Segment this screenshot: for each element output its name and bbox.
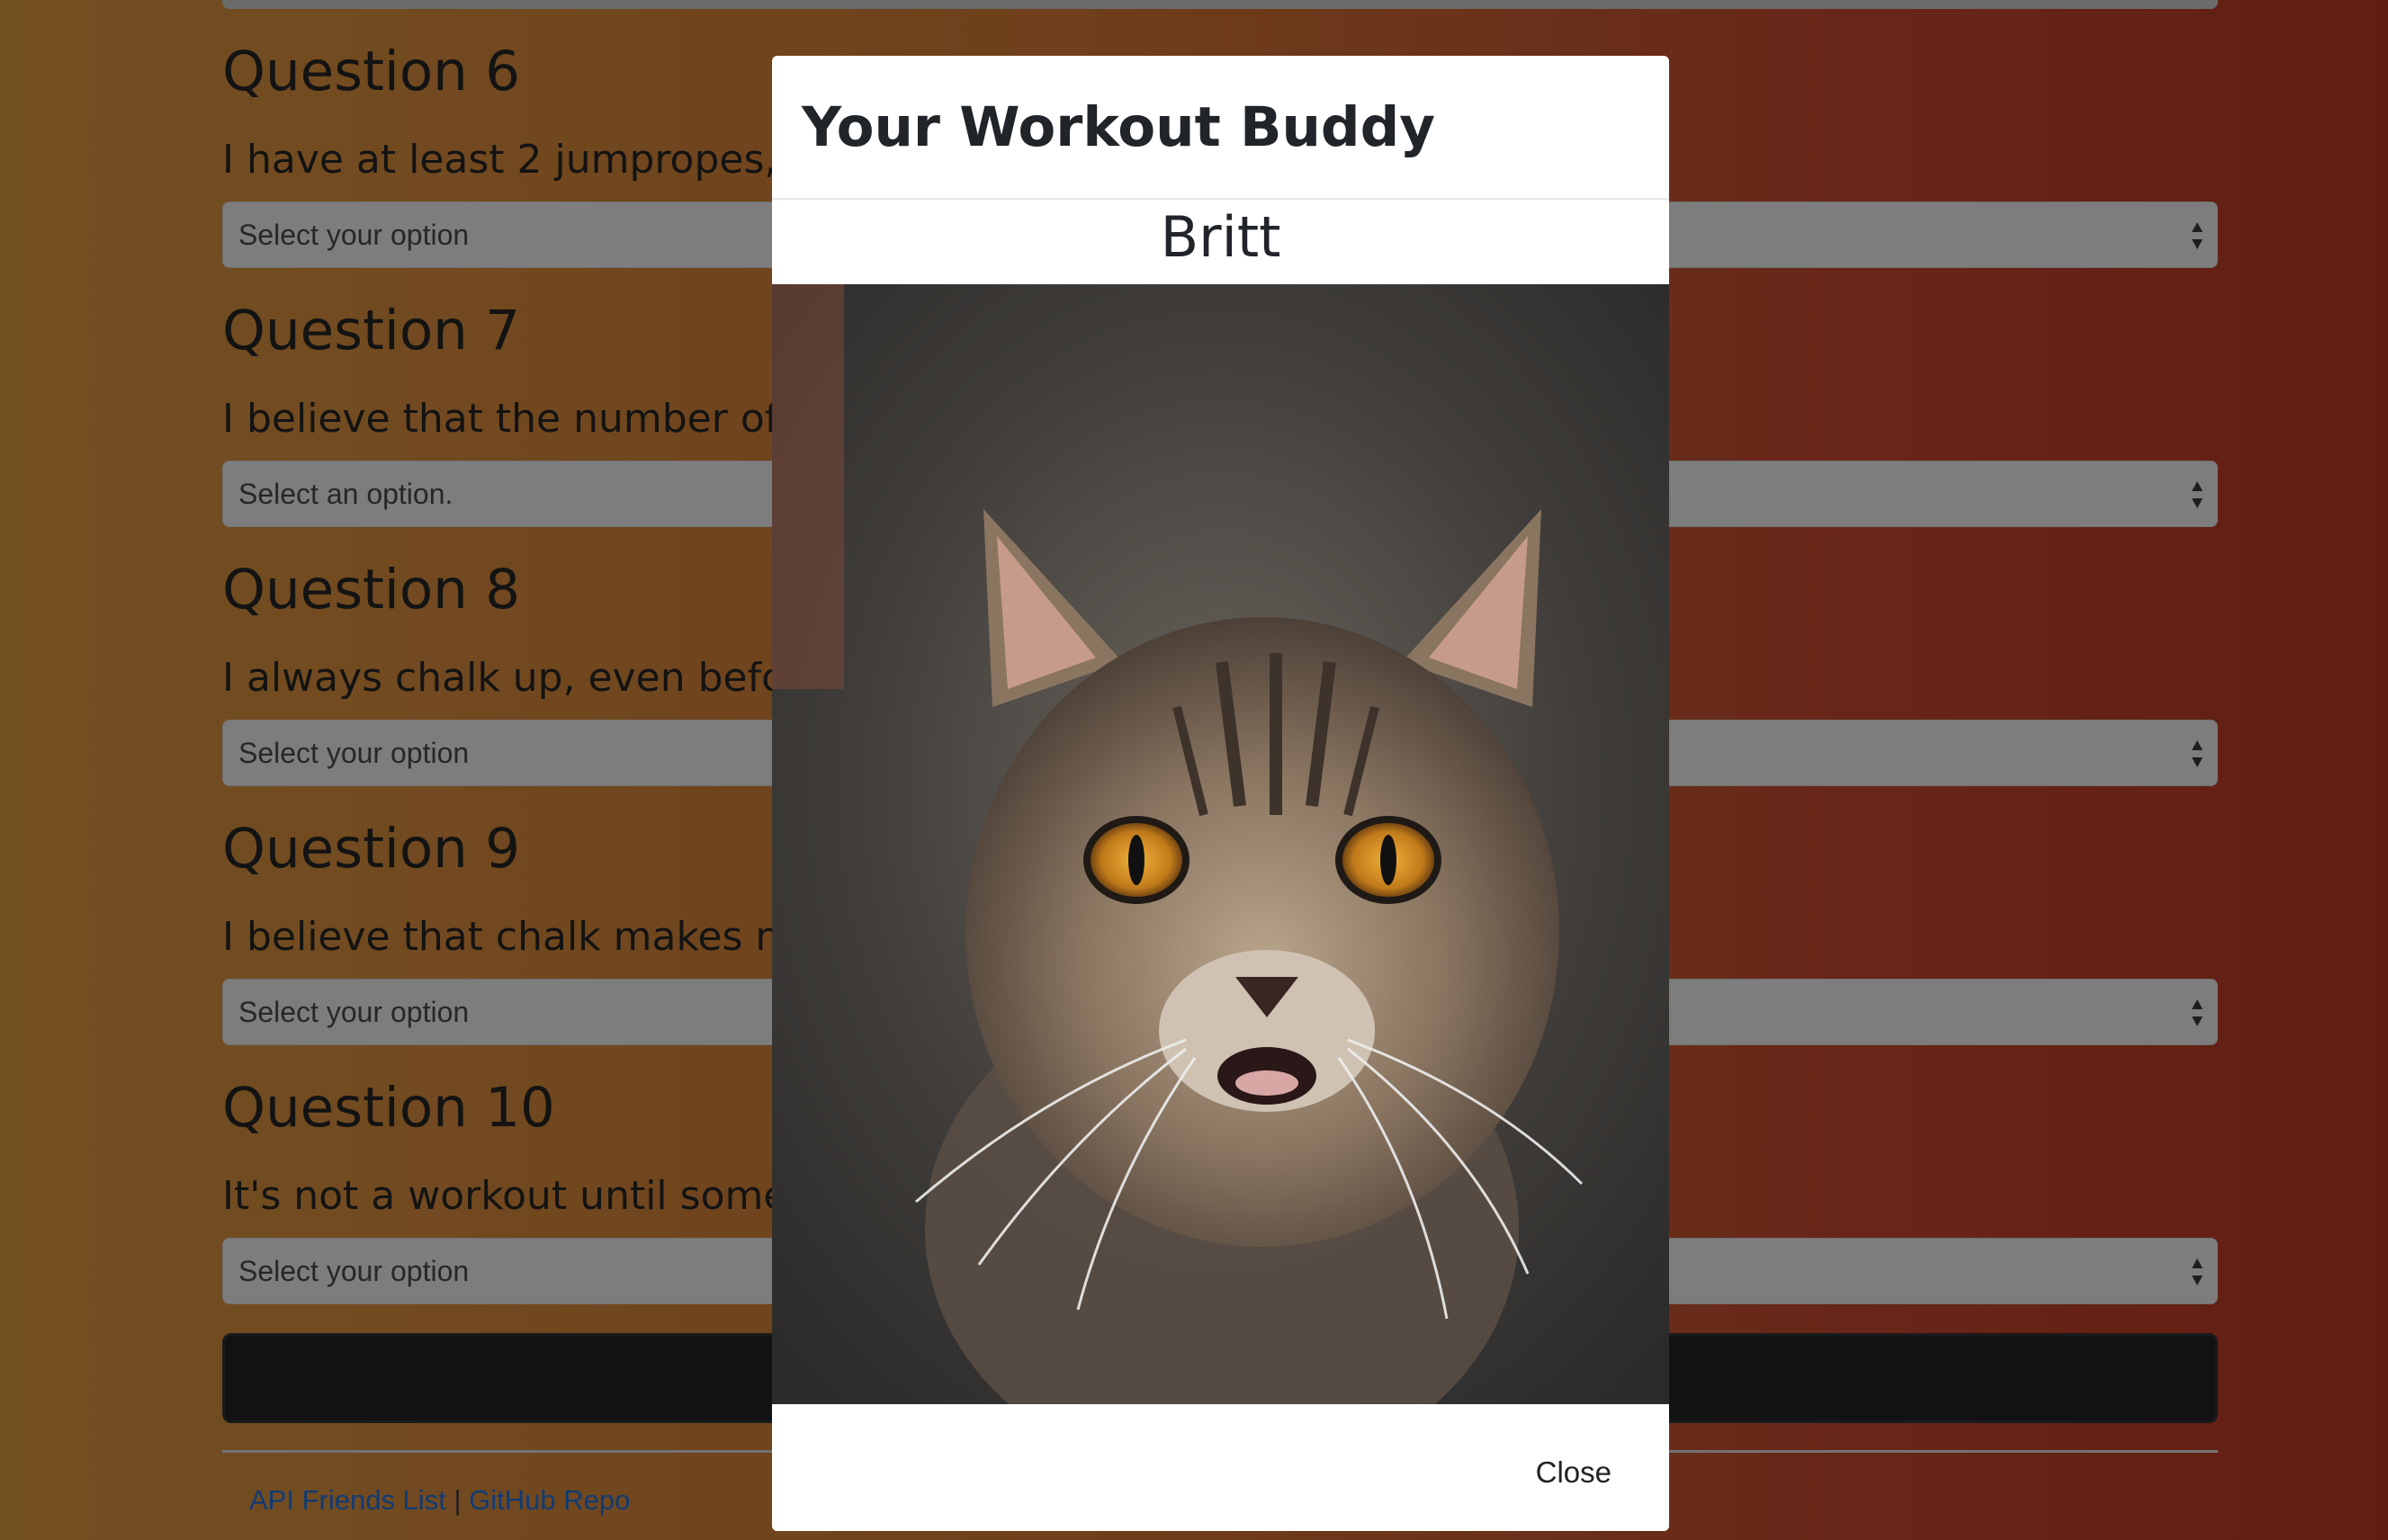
modal-footer: Close bbox=[772, 1404, 1669, 1531]
workout-buddy-modal: Your Workout Buddy Britt Close bbox=[772, 56, 1669, 1531]
close-button[interactable]: Close bbox=[1531, 1455, 1617, 1491]
buddy-name: Britt bbox=[1160, 204, 1281, 270]
modal-title: Your Workout Buddy bbox=[802, 95, 1436, 159]
quiz-page: Question 6 I have at least 2 jumpropes, … bbox=[0, 0, 2388, 1540]
modal-header: Your Workout Buddy bbox=[772, 56, 1669, 200]
buddy-photo bbox=[772, 284, 1669, 1404]
